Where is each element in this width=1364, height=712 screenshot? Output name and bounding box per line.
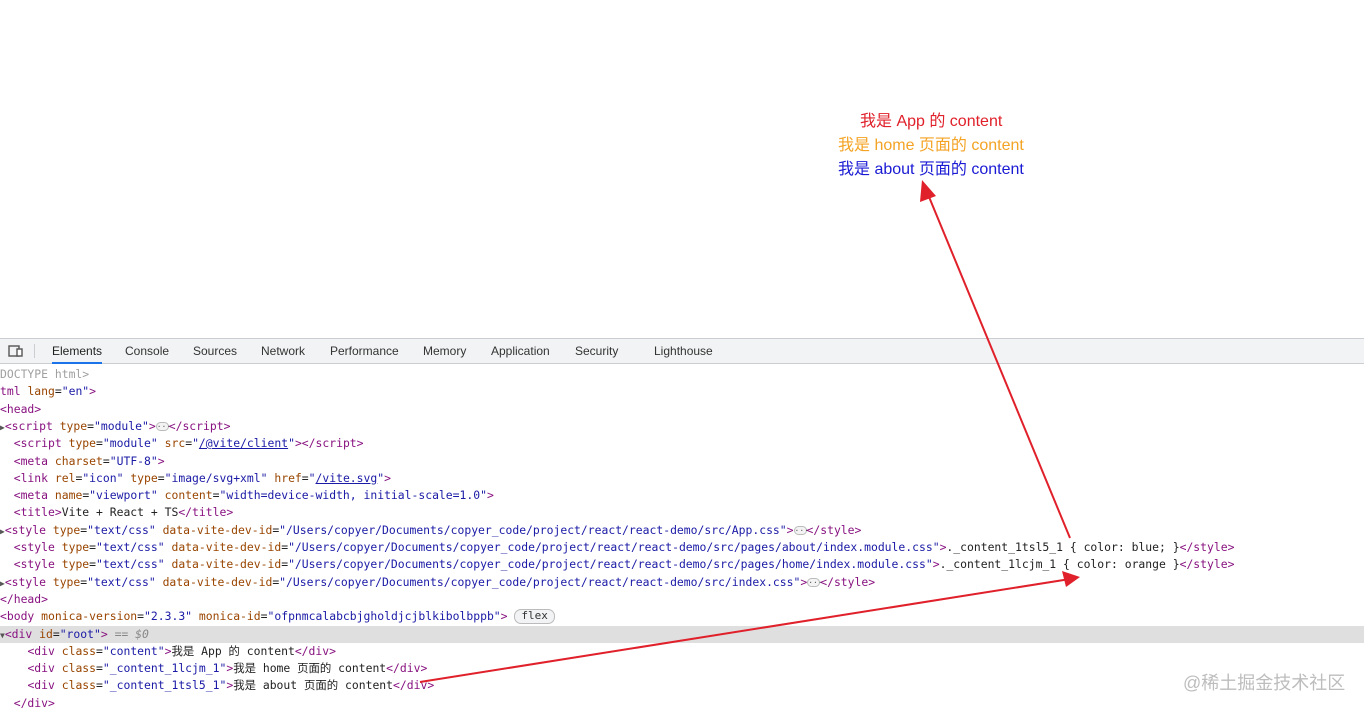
dom-node-doctype[interactable]: DOCTYPE html> [0,366,1364,383]
dom-node-link-icon[interactable]: <link rel="icon" type="image/svg+xml" hr… [0,470,1364,487]
style3-css-text: ._content_1lcjm_1 { color: orange } [939,557,1180,572]
root-ref-text: == $0 [114,626,149,641]
dom-node-head-close[interactable]: </head> [0,591,1364,608]
html-lang-attr: lang [27,384,55,399]
device-toggle-icon[interactable] [8,344,24,358]
style2-type-value: "text/css" [96,540,165,554]
home-content-text: 我是 home 页面的 content [838,137,1024,154]
link-rel-value: "icon" [82,470,124,485]
devtools-panel: Elements Console Sources Network Perform… [0,338,1364,712]
html-tag: tml [0,384,21,399]
style3-id-value: "/Users/copyer/Documents/copyer_code/pro… [288,557,933,572]
ellipsis-icon[interactable]: ··· [807,577,823,587]
tab-separator [34,344,35,358]
meta2-name-value: "viewport" [89,488,158,503]
script2-type-value: "module" [102,436,158,451]
div3-text: 我是 about 页面的 content [233,678,394,693]
head-close-tag: </head> [0,591,49,606]
body-id-value: "ofpnmcalabcbjgholdjcjblkibolbppb" [267,609,501,624]
ellipsis-icon[interactable]: ··· [793,525,809,535]
dom-node-title[interactable]: <title>Vite + React + TS</title> [0,504,1364,521]
script1-type-value: "module" [94,418,149,433]
meta2-content-value: "width=device-width, initial-scale=1.0" [219,488,487,503]
tab-sources[interactable]: Sources [193,339,237,363]
tab-memory[interactable]: Memory [423,339,466,363]
root-id-value: "root" [59,626,101,641]
dom-node-style-index[interactable]: ▶<style type="text/css" data-vite-dev-id… [0,574,1364,591]
div3-class-value: "_content_1tsl5_1" [102,678,227,693]
script2-src-link[interactable]: /@vite/client [199,436,288,450]
tab-network[interactable]: Network [261,339,305,363]
dom-node-root[interactable]: ▼<div id="root"> == $0 [0,625,1364,643]
dom-node-meta-charset[interactable]: <meta charset="UTF-8"> [0,453,1364,470]
meta1-charset-value: "UTF-8" [109,453,158,468]
style4-type-value: "text/css" [87,574,156,589]
about-content-text: 我是 about 页面的 content [838,161,1024,178]
doctype-text: DOCTYPE html> [0,367,90,381]
style1-type-value: "text/css" [87,522,156,537]
ellipsis-icon[interactable]: ··· [155,421,171,431]
link-href-link[interactable]: /vite.svg [316,471,378,485]
style1-id-value: "/Users/copyer/Documents/copyer_code/pro… [279,522,787,537]
dom-node-script-1[interactable]: ▶<script type="module">···</script> [0,418,1364,435]
style2-css-text: ._content_1tsl5_1 { color: blue; } [946,540,1180,554]
style4-id-value: "/Users/copyer/Documents/copyer_code/pro… [279,574,801,589]
div2-class-value: "_content_1lcjm_1" [102,661,227,676]
dom-node-script-2[interactable]: <script type="module" src="/@vite/client… [0,435,1364,452]
tab-security[interactable]: Security [575,339,618,363]
dom-node-div-content[interactable]: <div class="content">我是 App 的 content</d… [0,643,1364,660]
title-text: Vite + React + TS [61,505,179,520]
html-lang-value: "en" [61,384,90,399]
tab-application[interactable]: Application [491,339,550,363]
style2-id-value: "/Users/copyer/Documents/copyer_code/pro… [288,540,940,554]
dom-node-style-app[interactable]: ▶<style type="text/css" data-vite-dev-id… [0,522,1364,539]
dom-node-div-home[interactable]: <div class="_content_1lcjm_1">我是 home 页面… [0,660,1364,677]
dom-node-div-about[interactable]: <div class="_content_1tsl5_1">我是 about 页… [0,677,1364,694]
style3-type-value: "text/css" [96,557,165,572]
div1-class-value: "content" [102,643,165,658]
root-close-tag: </div> [13,695,55,710]
body-version-value: "2.3.3" [144,609,193,624]
tab-console[interactable]: Console [125,339,169,363]
dom-node-html[interactable]: tml lang="en"> [0,383,1364,400]
dom-node-style-about[interactable]: <style type="text/css" data-vite-dev-id=… [0,539,1364,556]
watermark: @稀土掘金技术社区 [1183,673,1346,693]
div2-text: 我是 home 页面的 content [233,661,387,676]
dom-node-body[interactable]: <body monica-version="2.3.3" monica-id="… [0,608,1364,625]
tab-lighthouse[interactable]: Lighthouse [654,339,713,363]
dom-node-root-close[interactable]: </div> [0,695,1364,712]
head-open-tag: <head> [0,401,42,416]
tab-elements[interactable]: Elements [52,339,103,364]
dom-node-style-home[interactable]: <style type="text/css" data-vite-dev-id=… [0,556,1364,573]
dom-node-head[interactable]: <head> [0,401,1364,418]
tab-performance[interactable]: Performance [330,339,399,363]
app-content-text: 我是 App 的 content [860,113,1003,130]
div1-text: 我是 App 的 content [171,643,295,658]
rendered-page: 我是 App 的 content 我是 home 页面的 content 我是 … [0,0,1364,338]
dom-node-meta-viewport[interactable]: <meta name="viewport" content="width=dev… [0,487,1364,504]
devtools-tabbar: Elements Console Sources Network Perform… [0,338,1364,364]
flex-badge[interactable]: flex [514,609,555,625]
link-type-value: "image/svg+xml" [164,470,268,485]
